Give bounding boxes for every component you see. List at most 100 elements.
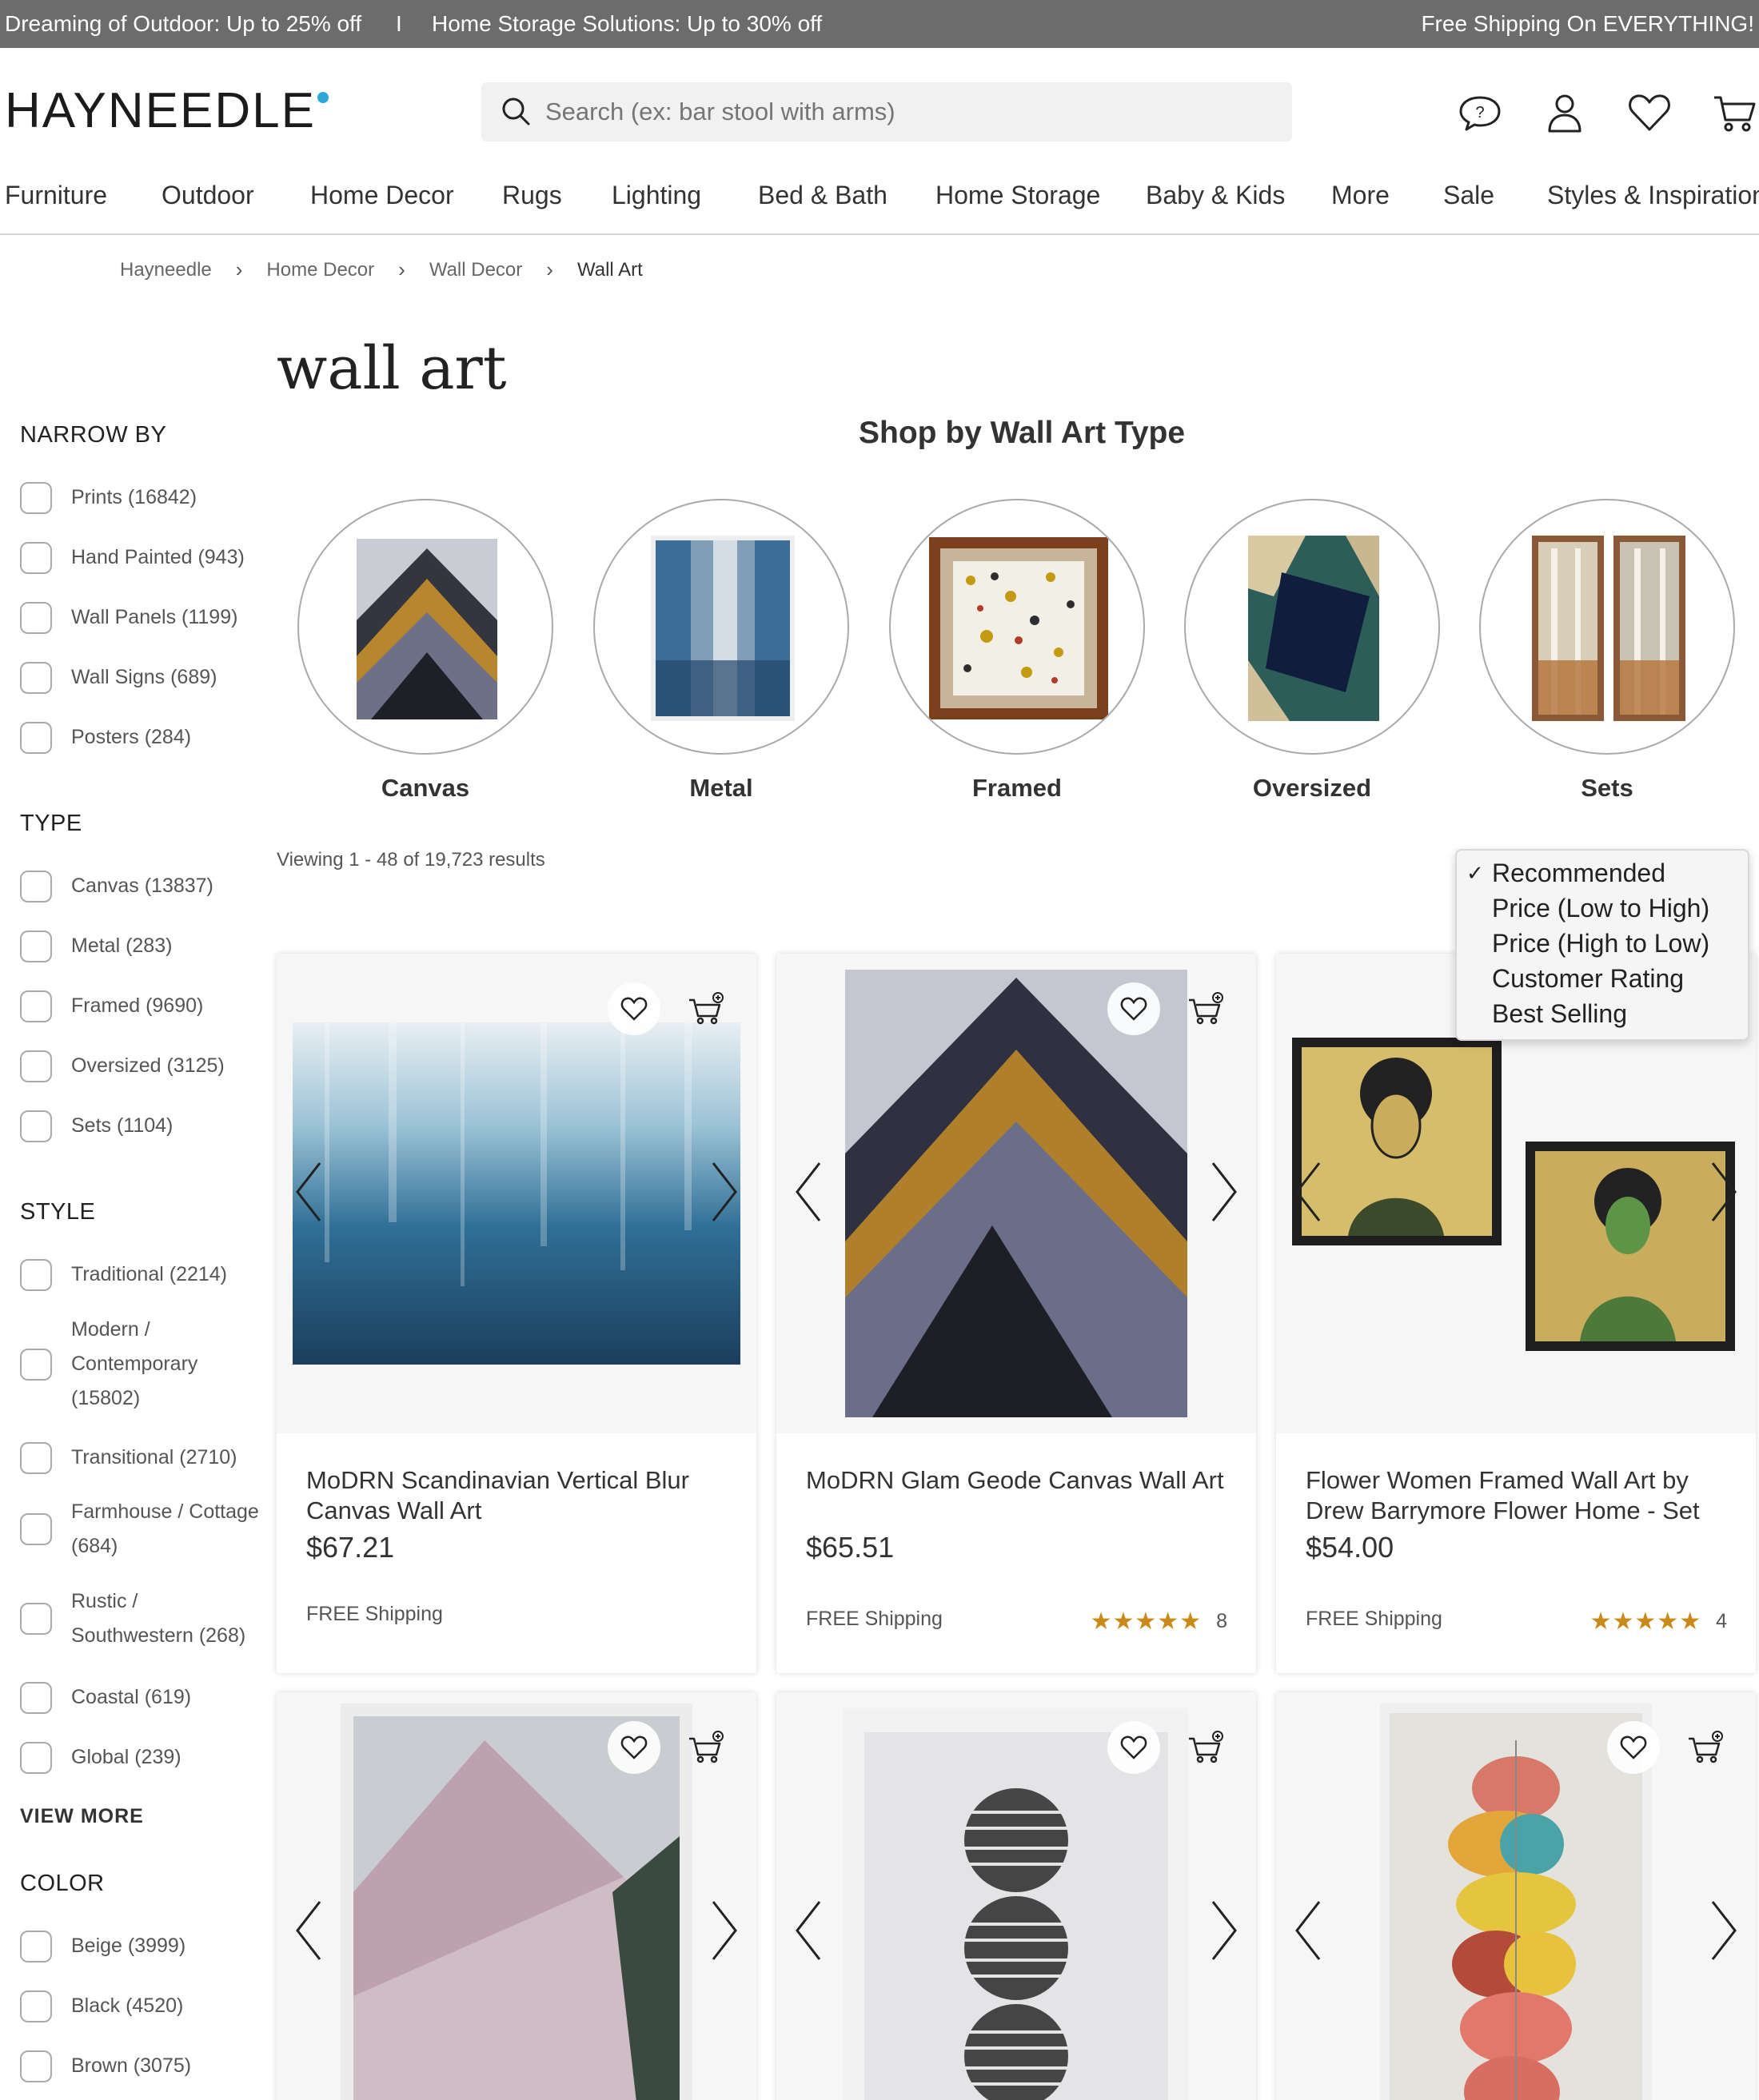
nav-more[interactable]: More	[1331, 181, 1390, 210]
product-name[interactable]: MoDRN Scandinavian Vertical Blur Canvas …	[306, 1465, 730, 1526]
promo-storage[interactable]: Home Storage Solutions: Up to 30% off	[432, 11, 822, 37]
product-card[interactable]	[1276, 1692, 1756, 2100]
filter-coastal[interactable]: Coastal (619)	[20, 1680, 271, 1715]
chevron-left-icon[interactable]	[792, 1160, 824, 1224]
filter-checkbox[interactable]	[20, 1930, 52, 1963]
nav-rugs[interactable]: Rugs	[502, 181, 562, 210]
filter-checkbox[interactable]	[20, 1050, 52, 1082]
filter-checkbox[interactable]	[20, 1110, 52, 1142]
filter-posters[interactable]: Posters (284)	[20, 720, 271, 755]
chevron-left-icon[interactable]	[1292, 1160, 1324, 1224]
chevron-left-icon[interactable]	[293, 1899, 325, 1963]
filter-farmhouse-cottage[interactable]: Farmhouse / Cottage (684)	[20, 1495, 267, 1564]
filter-prints[interactable]: Prints (16842)	[20, 480, 271, 515]
filter-traditional[interactable]: Traditional (2214)	[20, 1257, 271, 1292]
add-to-cart-button[interactable]	[1179, 982, 1232, 1035]
filter-checkbox[interactable]	[20, 1603, 52, 1635]
cart-icon[interactable]	[1711, 90, 1757, 136]
nav-baby-kids[interactable]: Baby & Kids	[1146, 181, 1285, 210]
type-card-metal[interactable]: Metal	[593, 499, 849, 803]
add-to-cart-button[interactable]	[680, 1721, 732, 1774]
filter-checkbox[interactable]	[20, 481, 52, 514]
sort-dropdown-menu[interactable]: ✓ Recommended Price (Low to High) Price (…	[1455, 849, 1749, 1041]
chevron-right-icon[interactable]	[1708, 1160, 1740, 1224]
chevron-left-icon[interactable]	[792, 1899, 824, 1963]
filter-canvas[interactable]: Canvas (13837)	[20, 869, 271, 903]
sort-option-customer-rating[interactable]: Customer Rating	[1457, 961, 1748, 996]
filter-framed[interactable]: Framed (9690)	[20, 989, 271, 1023]
sort-option-best-selling[interactable]: Best Selling	[1457, 996, 1748, 1031]
add-to-cart-button[interactable]	[1179, 1721, 1232, 1774]
nav-home-storage[interactable]: Home Storage	[935, 181, 1100, 210]
nav-lighting[interactable]: Lighting	[612, 181, 701, 210]
filter-checkbox[interactable]	[20, 1741, 52, 1774]
promo-outdoor[interactable]: Dreaming of Outdoor: Up to 25% off	[5, 11, 361, 37]
breadcrumb-home-decor[interactable]: Home Decor	[266, 259, 374, 281]
breadcrumb-wall-decor[interactable]: Wall Decor	[429, 259, 522, 281]
filter-rustic-southwestern[interactable]: Rustic / Southwestern (268)	[20, 1584, 255, 1653]
filter-checkbox[interactable]	[20, 1348, 52, 1381]
sort-option-price-low-high[interactable]: Price (Low to High)	[1457, 891, 1748, 926]
product-card[interactable]: MoDRN Glam Geode Canvas Wall Art $65.51 …	[776, 954, 1256, 1673]
type-card-sets[interactable]: Sets	[1479, 499, 1735, 803]
product-card[interactable]: MoDRN Scandinavian Vertical Blur Canvas …	[277, 954, 756, 1673]
filter-hand-painted[interactable]: Hand Painted (943)	[20, 540, 271, 575]
filter-checkbox[interactable]	[20, 721, 52, 754]
chevron-right-icon[interactable]	[708, 1899, 740, 1963]
filter-checkbox[interactable]	[20, 2050, 52, 2082]
product-name[interactable]: MoDRN Glam Geode Canvas Wall Art	[806, 1465, 1230, 1496]
filter-black[interactable]: Black (4520)	[20, 1989, 271, 2023]
favorite-button[interactable]	[608, 982, 660, 1035]
nav-home-decor[interactable]: Home Decor	[310, 181, 454, 210]
favorite-button[interactable]	[608, 1721, 660, 1774]
nav-outdoor[interactable]: Outdoor	[162, 181, 254, 210]
favorite-button[interactable]	[1607, 1721, 1660, 1774]
type-card-oversized[interactable]: Oversized	[1184, 499, 1440, 803]
filter-checkbox[interactable]	[20, 930, 52, 962]
nav-sale[interactable]: Sale	[1443, 181, 1494, 210]
nav-bed-bath[interactable]: Bed & Bath	[758, 181, 887, 210]
heart-icon[interactable]	[1626, 90, 1673, 136]
search-icon[interactable]	[499, 94, 534, 130]
filter-modern-contemporary[interactable]: Modern / Contemporary (15802)	[20, 1313, 231, 1416]
filter-checkbox[interactable]	[20, 990, 52, 1022]
search-input[interactable]	[545, 98, 1185, 126]
chevron-right-icon[interactable]	[1208, 1160, 1240, 1224]
sort-option-price-high-low[interactable]: Price (High to Low)	[1457, 926, 1748, 961]
breadcrumb-hayneedle[interactable]: Hayneedle	[120, 259, 212, 281]
filter-sets[interactable]: Sets (1104)	[20, 1109, 271, 1143]
filter-checkbox[interactable]	[20, 1681, 52, 1714]
help-chat-icon[interactable]: ?	[1457, 90, 1503, 136]
favorite-button[interactable]	[1107, 1721, 1160, 1774]
chevron-right-icon[interactable]	[1208, 1899, 1240, 1963]
filter-beige[interactable]: Beige (3999)	[20, 1929, 271, 1963]
chevron-left-icon[interactable]	[293, 1160, 325, 1224]
nav-styles-inspiration[interactable]: Styles & Inspiration	[1547, 181, 1759, 210]
filter-metal[interactable]: Metal (283)	[20, 929, 271, 963]
nav-furniture[interactable]: Furniture	[5, 181, 107, 210]
product-rating[interactable]: ★★★★★ 4	[1590, 1608, 1727, 1636]
site-logo[interactable]: HAYNEEDLE	[5, 82, 329, 139]
filter-checkbox[interactable]	[20, 1258, 52, 1291]
chevron-right-icon[interactable]	[708, 1160, 740, 1224]
filter-wall-signs[interactable]: Wall Signs (689)	[20, 660, 271, 695]
add-to-cart-button[interactable]	[1679, 1721, 1732, 1774]
sort-option-recommended[interactable]: ✓ Recommended	[1457, 855, 1748, 891]
chevron-right-icon[interactable]	[1708, 1899, 1740, 1963]
filter-oversized[interactable]: Oversized (3125)	[20, 1049, 271, 1083]
filter-global[interactable]: Global (239)	[20, 1740, 271, 1775]
filter-wall-panels[interactable]: Wall Panels (1199)	[20, 600, 271, 635]
product-card[interactable]: Flower Women Framed Wall Art by Drew Bar…	[1276, 954, 1756, 1673]
type-card-canvas[interactable]: Canvas	[297, 499, 553, 803]
product-card[interactable]	[277, 1692, 756, 2100]
favorite-button[interactable]	[1107, 982, 1160, 1035]
filter-transitional[interactable]: Transitional (2710)	[20, 1441, 271, 1475]
filter-checkbox[interactable]	[20, 1990, 52, 2022]
filter-checkbox[interactable]	[20, 661, 52, 694]
account-icon[interactable]	[1542, 90, 1588, 136]
promo-free-shipping[interactable]: Free Shipping On EVERYTHING!	[1421, 11, 1754, 37]
add-to-cart-button[interactable]	[680, 982, 732, 1035]
filter-checkbox[interactable]	[20, 1441, 52, 1474]
view-more-link[interactable]: VIEW MORE	[20, 1805, 144, 1828]
type-card-framed[interactable]: Framed	[889, 499, 1145, 803]
